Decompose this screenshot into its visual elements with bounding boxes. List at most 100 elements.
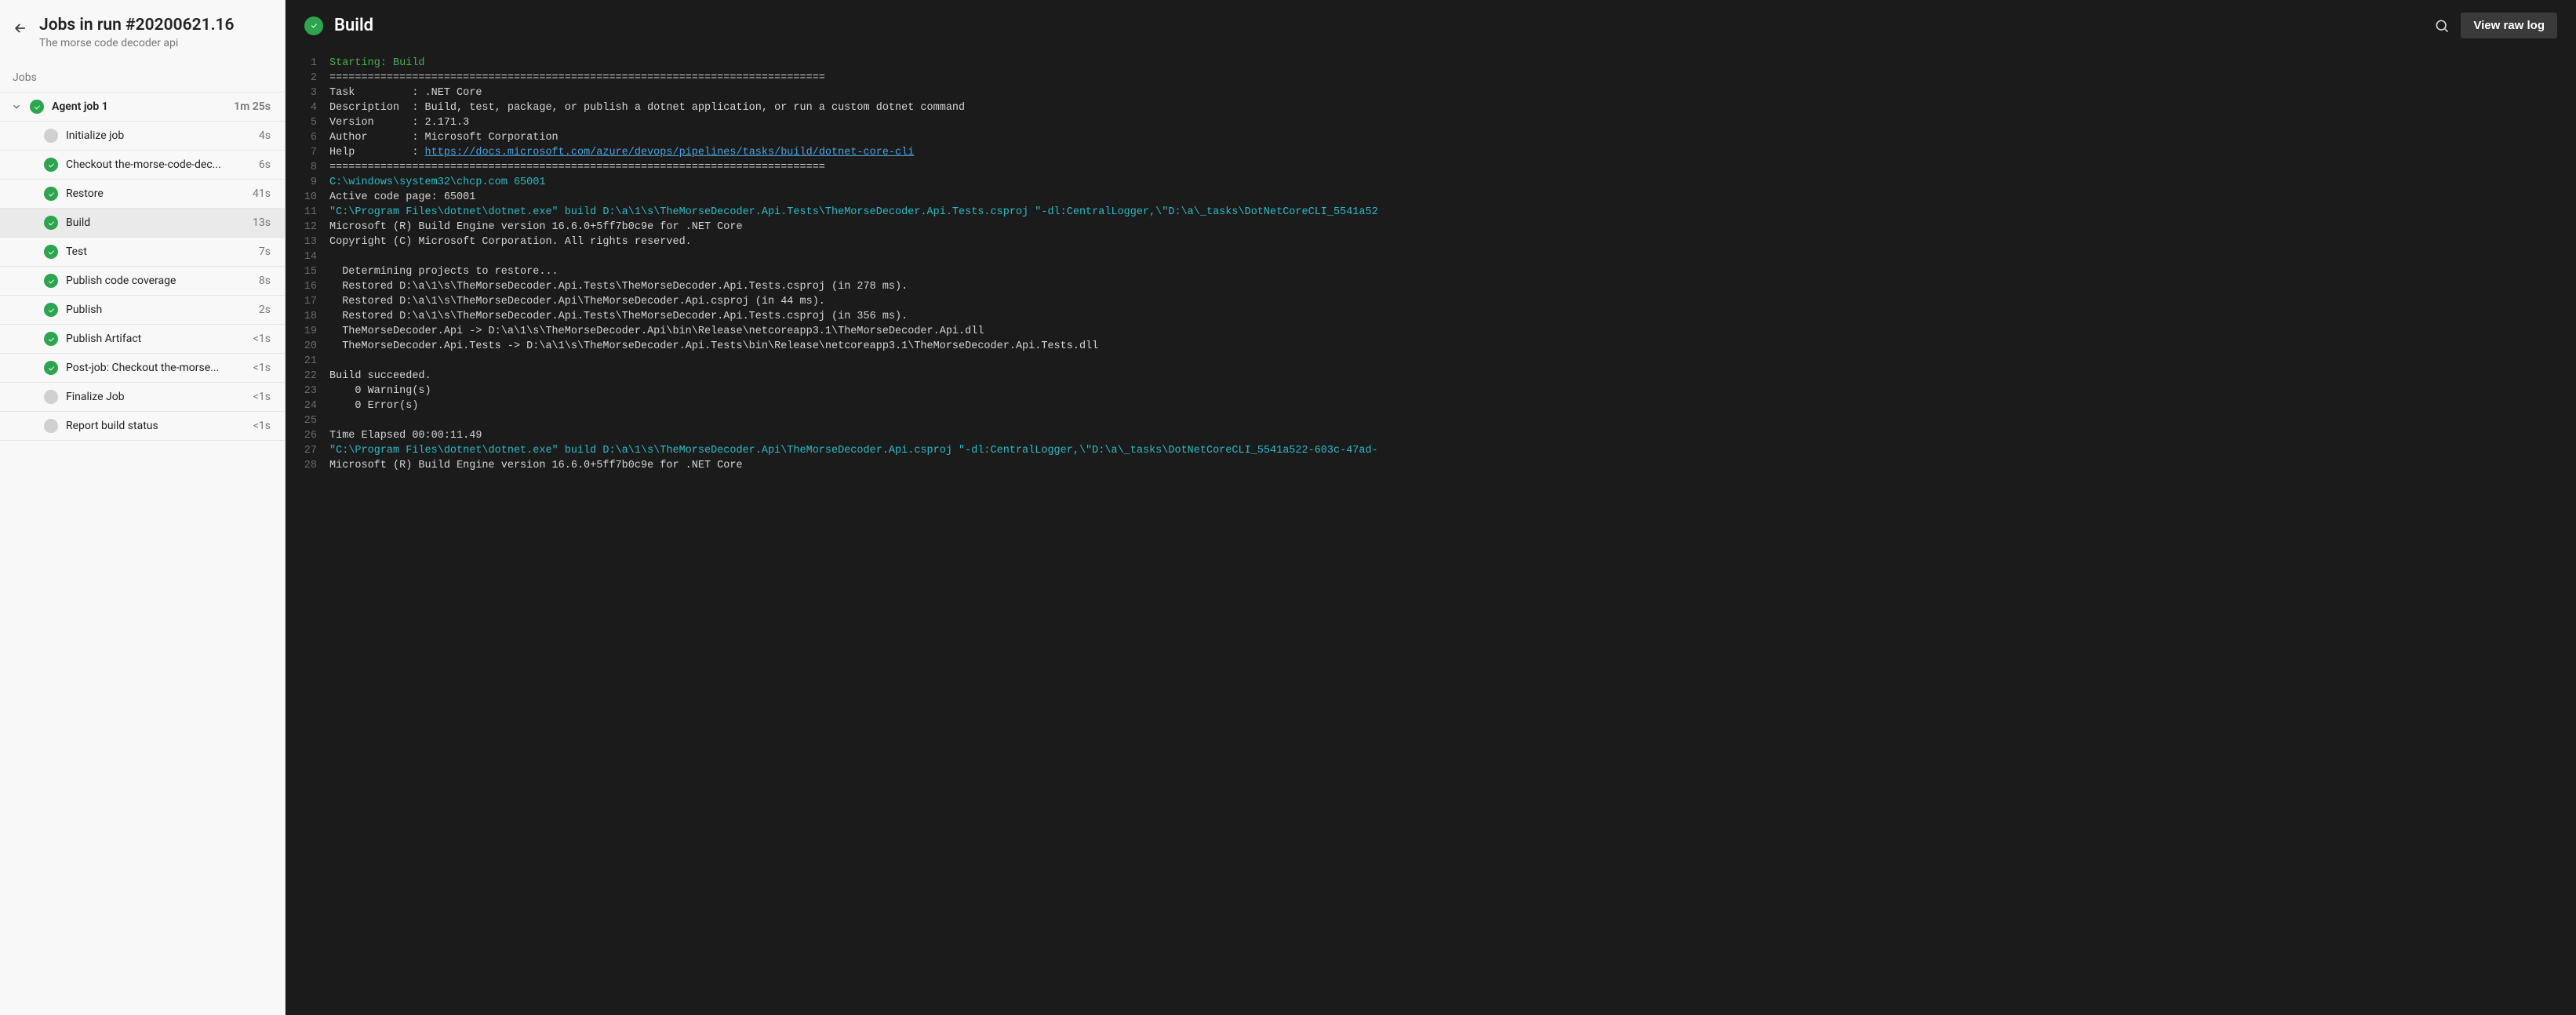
log-line: 28Microsoft (R) Build Engine version 16.… — [286, 458, 2576, 473]
job-step-row[interactable]: Checkout the-morse-code-dec...6s — [0, 151, 285, 180]
line-text: Time Elapsed 00:00:11.49 — [329, 428, 2576, 443]
log-line: 14 — [286, 249, 2576, 264]
line-text: 0 Warning(s) — [329, 384, 2576, 398]
line-text: Restored D:\a\1\s\TheMorseDecoder.Api.Te… — [329, 279, 2576, 294]
line-text: Copyright (C) Microsoft Corporation. All… — [329, 235, 2576, 249]
log-line: 11"C:\Program Files\dotnet\dotnet.exe" b… — [286, 205, 2576, 220]
log-line: 26Time Elapsed 00:00:11.49 — [286, 428, 2576, 443]
line-text: Version : 2.171.3 — [329, 115, 2576, 130]
job-parent-row[interactable]: Agent job 1 1m 25s — [0, 93, 285, 122]
log-line: 12Microsoft (R) Build Engine version 16.… — [286, 220, 2576, 235]
log-line: 18 Restored D:\a\1\s\TheMorseDecoder.Api… — [286, 309, 2576, 324]
line-text: Microsoft (R) Build Engine version 16.6.… — [329, 458, 2576, 473]
line-number: 7 — [286, 145, 329, 160]
help-link[interactable]: https://docs.microsoft.com/azure/devops/… — [425, 147, 915, 158]
line-number: 21 — [286, 354, 329, 369]
success-icon — [44, 187, 58, 201]
line-text: Microsoft (R) Build Engine version 16.6.… — [329, 220, 2576, 235]
job-step-label: Restore — [66, 187, 245, 200]
job-step-row[interactable]: Restore 41s — [0, 180, 285, 209]
log-line: 5Version : 2.171.3 — [286, 115, 2576, 130]
line-text: ========================================… — [329, 160, 2576, 175]
job-step-row[interactable]: Build 13s — [0, 209, 285, 238]
success-icon — [304, 16, 323, 35]
log-line: 13Copyright (C) Microsoft Corporation. A… — [286, 235, 2576, 249]
line-number: 9 — [286, 175, 329, 190]
line-number: 20 — [286, 339, 329, 354]
job-step-label: Checkout the-morse-code-dec... — [66, 158, 251, 171]
line-number: 13 — [286, 235, 329, 249]
job-step-row[interactable]: Publish code coverage 8s — [0, 267, 285, 296]
job-step-label: Post-job: Checkout the-morse... — [66, 362, 246, 374]
success-icon — [44, 332, 58, 346]
line-number: 14 — [286, 249, 329, 264]
chevron-down-icon — [11, 101, 22, 112]
job-step-time: <1s — [253, 333, 271, 345]
line-number: 1 — [286, 56, 329, 71]
job-step-row[interactable]: Publish2s — [0, 296, 285, 325]
job-parent-time: 1m 25s — [234, 100, 271, 113]
line-number: 27 — [286, 443, 329, 458]
log-line: 27"C:\Program Files\dotnet\dotnet.exe" b… — [286, 443, 2576, 458]
back-arrow-icon[interactable] — [13, 20, 28, 36]
line-number: 5 — [286, 115, 329, 130]
line-text: ========================================… — [329, 71, 2576, 85]
log-line: 10Active code page: 65001 — [286, 190, 2576, 205]
line-number: 19 — [286, 324, 329, 339]
line-text: "C:\Program Files\dotnet\dotnet.exe" bui… — [329, 443, 2576, 458]
job-step-time: 4s — [259, 129, 271, 142]
success-icon — [44, 158, 58, 172]
line-number: 3 — [286, 85, 329, 100]
success-icon — [44, 216, 58, 230]
line-text: Build succeeded. — [329, 369, 2576, 384]
line-number: 6 — [286, 130, 329, 145]
job-step-row[interactable]: Test7s — [0, 238, 285, 267]
line-text: TheMorseDecoder.Api -> D:\a\1\s\TheMorse… — [329, 324, 2576, 339]
job-step-time: 8s — [259, 275, 271, 287]
line-number: 10 — [286, 190, 329, 205]
log-line: 22Build succeeded. — [286, 369, 2576, 384]
neutral-status-icon — [44, 390, 58, 404]
job-step-time: 13s — [253, 216, 271, 229]
log-line: 3Task : .NET Core — [286, 85, 2576, 100]
job-step-row[interactable]: Post-job: Checkout the-morse...<1s — [0, 354, 285, 383]
success-icon — [44, 303, 58, 317]
success-icon — [44, 361, 58, 375]
log-line: 15 Determining projects to restore... — [286, 264, 2576, 279]
line-number: 16 — [286, 279, 329, 294]
log-header: Build View raw log — [286, 0, 2576, 51]
view-raw-log-button[interactable]: View raw log — [2461, 13, 2557, 38]
job-step-label: Finalize Job — [66, 391, 246, 403]
line-number: 18 — [286, 309, 329, 324]
job-step-time: 41s — [253, 187, 271, 200]
run-subtitle: The morse code decoder api — [39, 37, 235, 49]
job-step-label: Report build status — [66, 420, 246, 432]
log-line: 2=======================================… — [286, 71, 2576, 85]
job-step-row[interactable]: Initialize job4s — [0, 122, 285, 151]
neutral-status-icon — [44, 419, 58, 433]
job-step-row[interactable]: Report build status<1s — [0, 412, 285, 441]
line-text — [329, 354, 2576, 369]
line-number: 25 — [286, 413, 329, 428]
job-step-label: Build — [66, 216, 245, 229]
log-line: 17 Restored D:\a\1\s\TheMorseDecoder.Api… — [286, 294, 2576, 309]
job-step-time: 7s — [259, 246, 271, 258]
neutral-status-icon — [44, 129, 58, 143]
job-parent-label: Agent job 1 — [52, 100, 226, 113]
log-body[interactable]: 1Starting: Build2=======================… — [286, 51, 2576, 1015]
job-step-row[interactable]: Finalize Job<1s — [0, 383, 285, 412]
job-step-label: Publish code coverage — [66, 275, 251, 287]
search-icon[interactable] — [2434, 18, 2450, 34]
log-line: 7Help : https://docs.microsoft.com/azure… — [286, 145, 2576, 160]
log-panel: Build View raw log 1Starting: Build2====… — [286, 0, 2576, 1015]
line-number: 26 — [286, 428, 329, 443]
line-text: Task : .NET Core — [329, 85, 2576, 100]
job-step-row[interactable]: Publish Artifact<1s — [0, 325, 285, 354]
log-line: 20 TheMorseDecoder.Api.Tests -> D:\a\1\s… — [286, 339, 2576, 354]
log-line: 21 — [286, 354, 2576, 369]
line-text: Restored D:\a\1\s\TheMorseDecoder.Api.Te… — [329, 309, 2576, 324]
log-title: Build — [334, 16, 2423, 35]
log-line: 24 0 Error(s) — [286, 398, 2576, 413]
line-text: Restored D:\a\1\s\TheMorseDecoder.Api\Th… — [329, 294, 2576, 309]
log-line: 16 Restored D:\a\1\s\TheMorseDecoder.Api… — [286, 279, 2576, 294]
